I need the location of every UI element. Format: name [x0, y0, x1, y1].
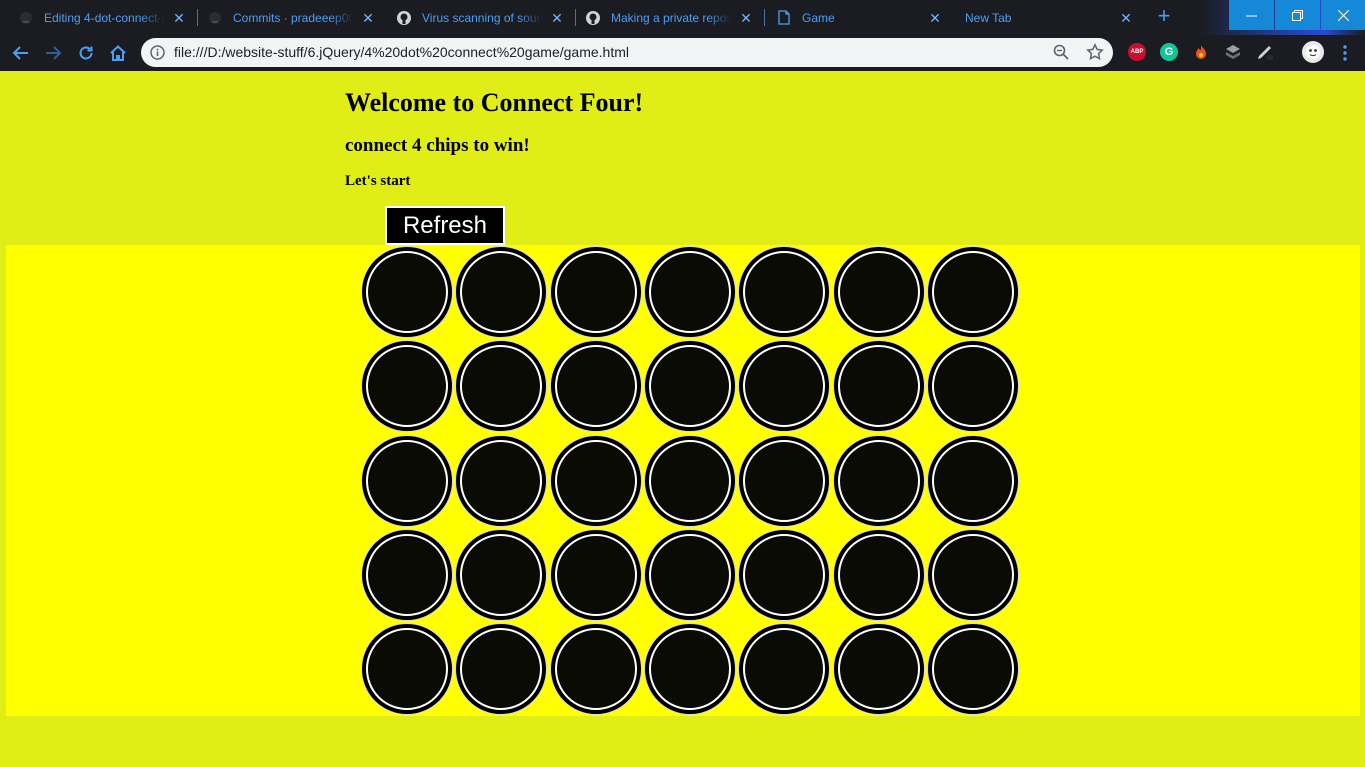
abp-icon[interactable]: ABP [1128, 43, 1146, 61]
board-slot[interactable] [361, 528, 453, 621]
board-slot[interactable] [549, 434, 642, 527]
board-slot[interactable] [549, 623, 642, 716]
layers-icon[interactable] [1224, 43, 1242, 61]
board-slot[interactable] [549, 340, 642, 433]
board-slot[interactable] [455, 623, 548, 716]
board-slot[interactable] [361, 340, 453, 433]
tab-title: New Tab [965, 10, 1012, 25]
home-icon [110, 45, 126, 61]
board-slot[interactable] [738, 528, 831, 621]
board-slot[interactable] [549, 528, 642, 621]
fire-icon[interactable] [1192, 43, 1210, 61]
close-icon[interactable]: ✕ [549, 10, 565, 26]
tab-private-repo[interactable]: Making a private reposi ✕ [567, 0, 762, 35]
close-icon[interactable]: ✕ [171, 10, 187, 26]
tab-commits[interactable]: Commits · pradeeep007 ✕ [189, 0, 384, 35]
board-slot[interactable] [738, 434, 831, 527]
board-slot[interactable] [926, 434, 1019, 527]
page-content: Welcome to Connect Four! connect 4 chips… [0, 71, 1365, 767]
close-icon[interactable]: ✕ [1118, 10, 1134, 26]
start-prompt: Let's start [345, 173, 411, 189]
game-board [6, 245, 1360, 716]
avatar-icon [1306, 45, 1320, 59]
board-slot[interactable] [832, 623, 925, 716]
board-slot[interactable] [926, 528, 1019, 621]
document-icon [776, 10, 792, 26]
board-slot[interactable] [832, 340, 925, 433]
board-slot[interactable] [549, 246, 642, 338]
board-slot[interactable] [455, 340, 548, 433]
board-slot[interactable] [832, 246, 925, 338]
page-subtitle: connect 4 chips to win! [345, 135, 530, 156]
board-slot[interactable] [361, 434, 453, 527]
tab-title: Making a private reposi [611, 10, 732, 25]
tab-new-tab[interactable]: New Tab ✕ [947, 0, 1142, 35]
pen-icon[interactable] [1256, 43, 1274, 61]
info-icon[interactable] [150, 45, 165, 60]
github-icon [396, 10, 412, 26]
back-button[interactable] [9, 41, 33, 65]
close-icon[interactable]: ✕ [360, 10, 376, 26]
restore-button[interactable] [1275, 0, 1320, 30]
restore-icon [1292, 9, 1303, 21]
refresh-button[interactable]: Refresh [385, 206, 505, 245]
board-slot[interactable] [926, 623, 1019, 716]
close-icon [1337, 9, 1349, 21]
close-icon[interactable]: ✕ [738, 10, 754, 26]
kebab-menu-icon [1343, 45, 1347, 61]
zoom-icon[interactable] [1052, 43, 1070, 61]
arrow-right-icon [46, 46, 62, 60]
tab-strip: Editing 4-dot-connect-g ✕ Commits · prad… [0, 0, 1365, 35]
tab-title: Commits · pradeeep007 [233, 10, 354, 25]
profile-avatar[interactable] [1302, 41, 1324, 63]
board-slot[interactable] [643, 246, 736, 338]
board-slot[interactable] [643, 434, 736, 527]
board-slot[interactable] [643, 340, 736, 433]
github-icon [585, 10, 601, 26]
board-slot[interactable] [832, 528, 925, 621]
browser-toolbar: file:///D:/website-stuff/6.jQuery/4%20do… [0, 35, 1365, 71]
new-tab-button[interactable]: + [1153, 5, 1175, 28]
board-slot[interactable] [738, 340, 831, 433]
tab-game[interactable]: Game ✕ [758, 0, 951, 35]
tab-title: Virus scanning of sourc [422, 10, 543, 25]
page-title: Welcome to Connect Four! [345, 88, 644, 117]
board-slot[interactable] [455, 528, 548, 621]
board-slot[interactable] [643, 623, 736, 716]
tab-editing[interactable]: Editing 4-dot-connect-g ✕ [0, 0, 195, 35]
home-button[interactable] [106, 41, 130, 65]
reload-button[interactable] [74, 41, 98, 65]
forward-button[interactable] [41, 41, 65, 65]
close-window-button[interactable] [1321, 0, 1365, 30]
grammarly-icon[interactable]: G [1160, 43, 1178, 61]
tab-virus-scanning[interactable]: Virus scanning of sourc ✕ [378, 0, 573, 35]
url-text[interactable]: file:///D:/website-stuff/6.jQuery/4%20do… [174, 38, 629, 67]
board-slot[interactable] [832, 434, 925, 527]
github-dark-icon [18, 10, 34, 26]
board-slot[interactable] [738, 623, 831, 716]
star-icon[interactable] [1086, 43, 1104, 61]
close-icon[interactable]: ✕ [927, 10, 943, 26]
minimize-button[interactable] [1229, 0, 1274, 30]
board-slot[interactable] [361, 623, 453, 716]
arrow-left-icon [12, 46, 28, 60]
board-slot[interactable] [926, 340, 1019, 433]
tab-title: Game [802, 10, 835, 25]
board-slot[interactable] [738, 246, 831, 338]
board-slot[interactable] [643, 528, 736, 621]
board-slot[interactable] [926, 246, 1019, 338]
menu-button[interactable] [1333, 41, 1357, 65]
board-slot[interactable] [361, 246, 453, 338]
address-bar[interactable]: file:///D:/website-stuff/6.jQuery/4%20do… [141, 38, 1113, 67]
reload-icon [79, 46, 93, 60]
board-slot[interactable] [455, 434, 548, 527]
minimize-icon [1246, 15, 1257, 16]
board-slot[interactable] [455, 246, 548, 338]
tab-title: Editing 4-dot-connect-g [44, 10, 165, 25]
github-dark-icon [207, 10, 223, 26]
